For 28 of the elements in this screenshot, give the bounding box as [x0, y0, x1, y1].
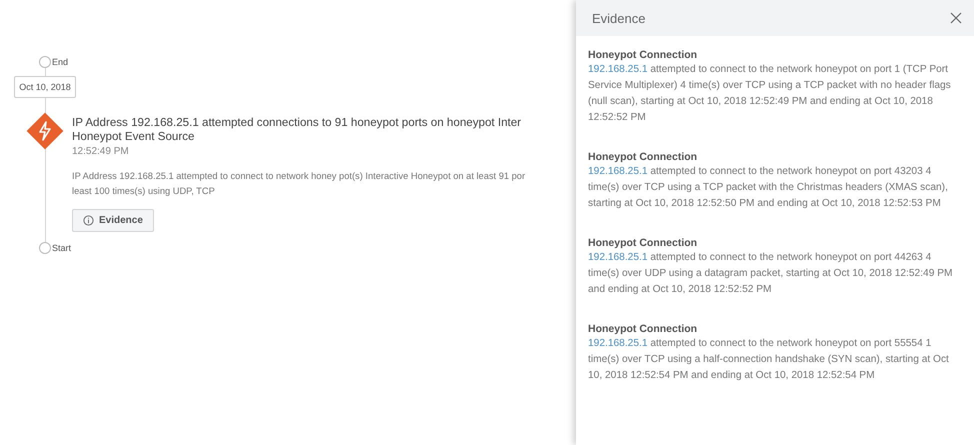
event-title: Honeypot Event Source	[72, 130, 196, 144]
evidence-title: Honeypot Connection	[588, 150, 698, 164]
address-link[interactable]: 192.168.25.1	[588, 166, 648, 177]
timeline-node	[39, 56, 51, 68]
event-title: IP Address 192.168.25.1 attempted connections to 91 honeypot ports on honeypot Inter	[72, 116, 522, 130]
alert-icon	[24, 110, 66, 152]
start-label: Start	[52, 243, 72, 253]
panel-title: Evidence	[592, 10, 646, 26]
event-description: least 100 times(s) using UDP, TCP	[72, 185, 216, 198]
evidence-text: 192.168.25.1 attempted to connect to the network honeypot on port 1 (TCP Port Service Multiplexer) 4 time(s) over TCP using a TCP packet with no header flags (null scan), starting at Oct 10, 2018 12:52:49 PM and ending at Oct 10, 2018 12:52:52 PM	[588, 63, 952, 125]
event-time: 12:52:49 PM	[72, 146, 130, 157]
evidence-title: Honeypot Connection	[588, 236, 698, 250]
evidence-button[interactable]: Evidence	[72, 209, 154, 232]
address-link[interactable]: 192.168.25.1	[588, 252, 648, 263]
event-description: IP Address 192.168.25.1 attempted to connect to network honey pot(s) Interactive Honeypot on at least 91 por	[72, 170, 526, 183]
timeline-node	[39, 242, 51, 254]
evidence-text: 192.168.25.1 attempted to connect to the network honeypot on port 55554 1 time(s) over TCP using a half-connection handshake (SYN scan), starting at Oct 10, 2018 12:52:54 PM and ending at Oct 10, 2018 12:52:54 PM	[588, 337, 950, 383]
evidence-text: 192.168.25.1 attempted to connect to the network honeypot on port 43203 4 time(s) over TCP using a TCP packet with the Christmas headers (XMAS scan), starting at Oct 10, 2018 12:52:50 PM and ending at Oct 10, 2018 12:52:53 PM	[588, 165, 949, 211]
close-button[interactable]	[950, 12, 962, 24]
date-chip: Oct 10, 2018	[14, 76, 76, 98]
close-icon	[950, 12, 962, 24]
evidence-title: Honeypot Connection	[588, 322, 698, 336]
end-label: End	[52, 57, 68, 67]
address-link[interactable]: 192.168.25.1	[588, 338, 648, 349]
info-icon	[83, 215, 94, 226]
evidence-title: Honeypot Connection	[588, 48, 698, 62]
evidence-text: 192.168.25.1 attempted to connect to the network honeypot on port 44263 4 time(s) over UDP using a datagram packet, starting at Oct 10, 2018 12:52:49 PM and ending at Oct 10, 2018 12:52:52 PM	[588, 251, 954, 297]
address-link[interactable]: 192.168.25.1	[588, 64, 648, 75]
